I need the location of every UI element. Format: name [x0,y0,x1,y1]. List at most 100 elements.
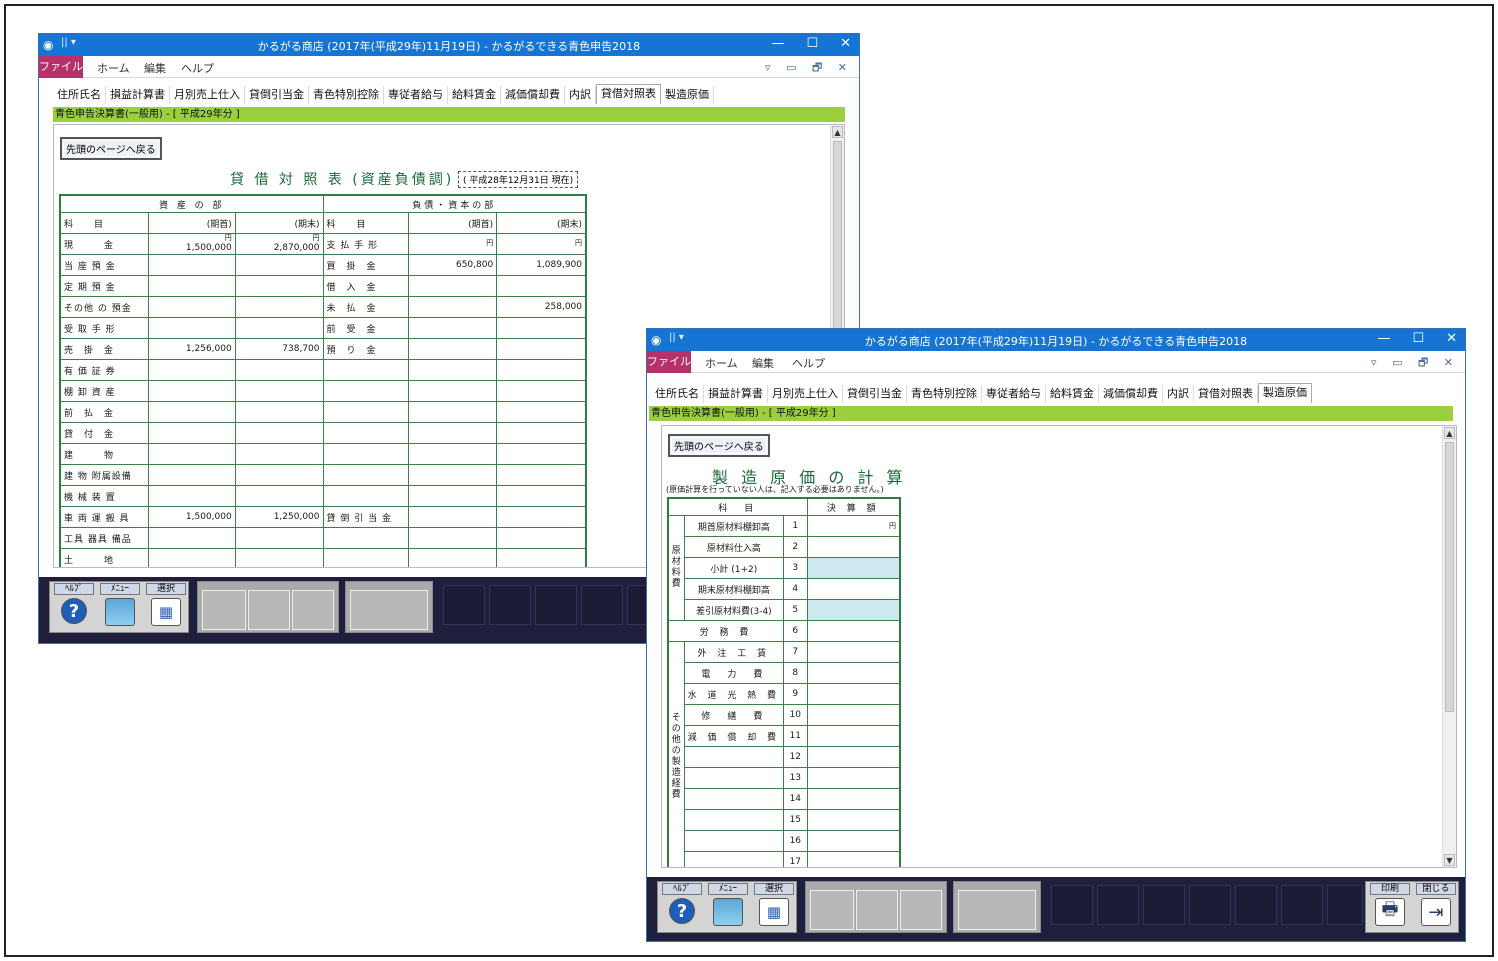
liability-begin-value[interactable] [408,527,498,549]
scroll-up-icon[interactable]: ▲ [832,126,843,138]
ribbon-tab-edit[interactable]: 編集 [752,355,774,371]
asset-end-value[interactable] [234,422,324,444]
liability-begin-value[interactable] [408,464,498,486]
asset-begin-value[interactable] [147,359,236,381]
liability-end-value[interactable] [496,548,586,567]
ribbon-tab-edit[interactable]: 編集 [144,60,166,76]
asset-end-value[interactable]: 円 2,870,000 [234,233,324,255]
liability-begin-value[interactable] [408,443,498,465]
liability-end-value[interactable] [496,317,586,339]
asset-begin-value[interactable] [147,422,236,444]
minimize-icon[interactable]: — [1377,331,1390,346]
amount-cell[interactable] [806,662,901,684]
file-menu[interactable]: ファイル [39,56,83,78]
amount-cell[interactable] [806,725,901,747]
amount-cell[interactable] [806,536,901,558]
asset-end-value[interactable] [234,548,324,567]
tab-item[interactable]: 貸倒引当金 [245,86,309,104]
tab-item[interactable]: 貸借対照表 [596,84,661,104]
liability-begin-value[interactable] [408,506,498,528]
scroll-down-icon[interactable]: ▼ [1444,854,1455,866]
menu-button[interactable]: ﾒﾆｭｰ [706,882,750,934]
close-icon[interactable]: ✕ [840,36,851,51]
amount-cell[interactable] [806,809,901,831]
asset-end-value[interactable] [234,359,324,381]
liability-begin-value[interactable] [408,338,498,360]
amount-cell[interactable] [806,851,901,867]
asset-begin-value[interactable]: 1,500,000 [147,506,236,528]
file-menu[interactable]: ファイル [647,351,691,373]
liability-begin-value[interactable] [408,296,498,318]
tab-item[interactable]: 製造原価 [1258,383,1312,403]
amount-cell[interactable] [806,578,901,600]
minimize-icon[interactable]: — [771,36,784,51]
ribbon-tab-help[interactable]: ヘルプ [181,60,214,76]
asset-end-value[interactable]: 1,250,000 [234,506,324,528]
asset-begin-value[interactable]: 円 1,500,000 [147,233,236,255]
asset-end-value[interactable] [234,275,324,297]
asset-begin-value[interactable] [147,380,236,402]
back-to-top-button[interactable]: 先頭のページへ戻る [668,434,770,457]
asset-begin-value[interactable] [147,275,236,297]
amount-cell[interactable] [806,641,901,663]
tab-item[interactable]: 内訳 [565,86,596,104]
print-button[interactable]: 印刷 🖶 [1368,882,1412,934]
amount-cell[interactable] [806,599,901,621]
tab-item[interactable]: 青色特別控除 [907,385,982,403]
ribbon-window-controls[interactable]: ▿ ▭ 🗗 ✕ [1371,354,1459,373]
liability-begin-value[interactable] [408,317,498,339]
asset-begin-value[interactable] [147,443,236,465]
tab-item[interactable]: 損益計算書 [106,86,170,104]
asset-end-value[interactable] [234,380,324,402]
liability-end-value[interactable] [496,275,586,297]
tab-item[interactable]: 専従者給与 [982,385,1046,403]
menu-button[interactable]: ﾒﾆｭｰ [98,582,142,634]
amount-cell[interactable] [806,620,901,642]
asset-end-value[interactable] [234,254,324,276]
vertical-scrollbar[interactable]: ▲ ▼ [1442,426,1456,867]
liability-begin-value[interactable] [408,422,498,444]
liability-end-value[interactable] [496,401,586,423]
tab-item[interactable]: 貸倒引当金 [843,385,907,403]
amount-cell[interactable] [806,704,901,726]
liability-begin-value[interactable] [408,275,498,297]
asset-begin-value[interactable] [147,548,236,567]
asset-end-value[interactable] [234,527,324,549]
asset-end-value[interactable] [234,296,324,318]
amount-cell[interactable]: 円 [806,515,901,537]
tab-item[interactable]: 青色特別控除 [309,86,384,104]
liability-end-value[interactable]: 258,000 [496,296,586,318]
tab-item[interactable]: 月別売上仕入 [170,86,245,104]
tab-item[interactable]: 住所氏名 [651,385,704,403]
back-to-top-button[interactable]: 先頭のページへ戻る [60,137,162,160]
scroll-thumb[interactable] [1445,442,1454,712]
tab-item[interactable]: 内訳 [1163,385,1194,403]
tab-item[interactable]: 製造原価 [661,86,714,104]
asset-begin-value[interactable] [147,464,236,486]
select-button[interactable]: 選択 ▦ [752,882,796,934]
liability-end-value[interactable] [496,338,586,360]
liability-begin-value[interactable] [408,359,498,381]
asset-end-value[interactable] [234,443,324,465]
liability-end-value[interactable] [496,359,586,381]
liability-end-value[interactable] [496,443,586,465]
ribbon-window-controls[interactable]: ▿ ▭ 🗗 ✕ [765,59,853,78]
maximize-icon[interactable]: ☐ [806,36,818,51]
liability-begin-value[interactable]: 650,800 [408,254,498,276]
liability-end-value[interactable] [496,422,586,444]
amount-cell[interactable] [806,683,901,705]
tab-item[interactable]: 月別売上仕入 [768,385,843,403]
select-button[interactable]: 選択 ▦ [144,582,188,634]
asset-begin-value[interactable] [147,527,236,549]
maximize-icon[interactable]: ☐ [1412,331,1424,346]
ribbon-tab-help[interactable]: ヘルプ [792,355,825,371]
liability-end-value[interactable] [496,485,586,507]
close-window-button[interactable]: 閉じる ⇥ [1414,882,1458,934]
tab-item[interactable]: 減価償却費 [501,86,565,104]
amount-cell[interactable] [806,767,901,789]
amount-cell[interactable] [806,788,901,810]
liability-begin-value[interactable] [408,380,498,402]
liability-end-value[interactable]: 1,089,900 [496,254,586,276]
liability-end-value[interactable] [496,380,586,402]
liability-end-value[interactable] [496,506,586,528]
